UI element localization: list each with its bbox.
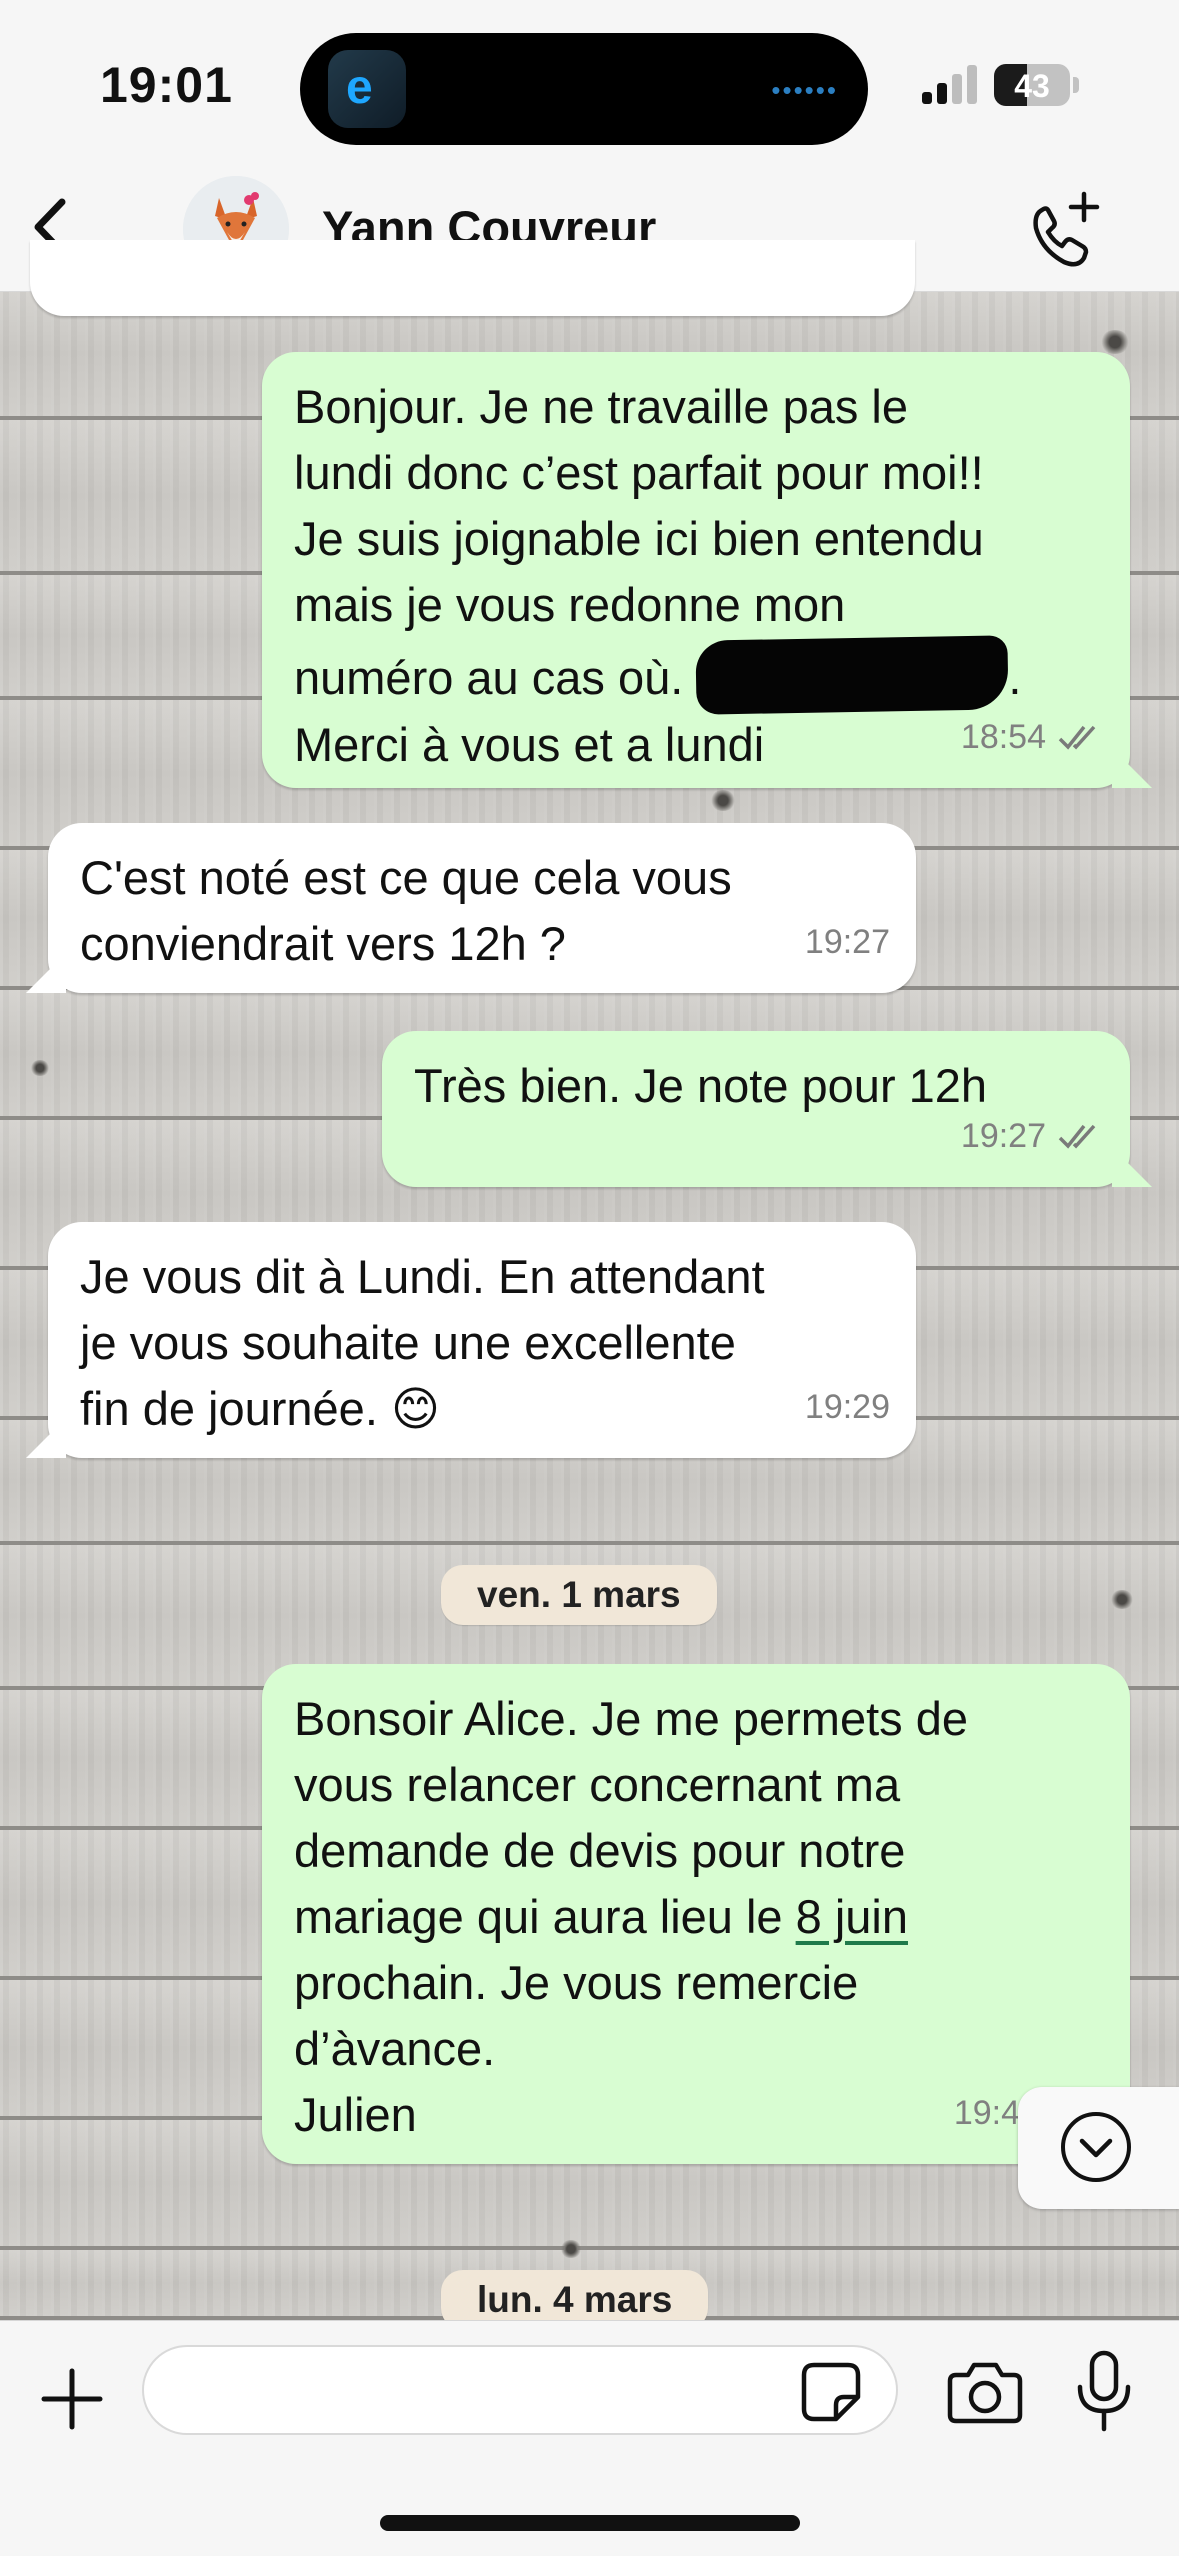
wood-knot xyxy=(1100,330,1130,354)
battery-level: 43 xyxy=(1014,68,1050,104)
camera-icon xyxy=(947,2362,1023,2424)
message-time: 19:4 xyxy=(953,2094,1020,2132)
message-bubble-incoming[interactable]: Je vous dit à Lundi. En attendant je vou… xyxy=(26,1222,916,1458)
status-bar: 19:01 e •••••• 43 xyxy=(0,0,1179,170)
message-bubble-outgoing[interactable]: Très bien. Je note pour 12h 19:27 xyxy=(382,1031,1152,1187)
wood-knot xyxy=(30,1060,50,1076)
date-link[interactable]: 8 juin xyxy=(796,1890,908,1943)
sticker-icon xyxy=(801,2362,861,2422)
message-composer xyxy=(0,2320,1179,2556)
status-time: 19:01 xyxy=(100,57,233,113)
message-bubble-incoming[interactable]: C'est noté est ce que cela vous conviend… xyxy=(26,823,916,993)
signal-bar xyxy=(952,74,962,104)
wood-knot xyxy=(560,2240,582,2258)
message-bubble-partial xyxy=(30,240,915,316)
island-app-letter: e xyxy=(346,61,373,114)
double-check-icon xyxy=(1056,721,1104,753)
battery-cap xyxy=(1073,77,1079,93)
chevron-down-circle-icon xyxy=(1061,2112,1131,2182)
message-meta: 18:54 xyxy=(961,704,1104,770)
message-text: C'est noté est ce que cela vous conviend… xyxy=(80,851,732,970)
signal-bar xyxy=(922,92,932,104)
camera-button[interactable] xyxy=(946,2357,1024,2427)
message-time: 19:27 xyxy=(960,1117,1046,1155)
signal-bar xyxy=(967,65,977,104)
add-call-button[interactable] xyxy=(1020,188,1110,278)
message-meta: 19:29 xyxy=(805,1374,890,1440)
wood-knot xyxy=(1110,1590,1134,1610)
microphone-button[interactable] xyxy=(1072,2349,1136,2435)
message-text-part: prochain. Je vous remercie d’àvance. Jul… xyxy=(294,1956,859,2141)
message-time: 19:27 xyxy=(804,923,890,961)
message-meta: 19:27 xyxy=(961,1103,1104,1169)
attach-button[interactable] xyxy=(34,2361,110,2437)
add-call-icon xyxy=(1033,191,1100,267)
scroll-to-bottom-button[interactable] xyxy=(1018,2087,1179,2209)
message-time: 18:54 xyxy=(960,718,1046,756)
date-separator: ven. 1 mars xyxy=(441,1565,717,1625)
message-meta: 19:27 xyxy=(805,909,890,975)
redacted-phone-number xyxy=(695,635,1009,715)
island-app-icon[interactable]: e xyxy=(328,50,406,128)
battery-icon: 43 xyxy=(994,64,1070,106)
signal-bar xyxy=(937,83,947,104)
dynamic-island[interactable]: e •••••• xyxy=(300,33,868,145)
cellular-signal-icon xyxy=(922,62,982,104)
sticker-button[interactable] xyxy=(800,2361,862,2423)
message-bubble-outgoing[interactable]: Bonsoir Alice. Je me permets de vous rel… xyxy=(262,1664,1152,2164)
home-indicator xyxy=(380,2515,800,2531)
message-time: 19:29 xyxy=(804,1388,890,1426)
plus-icon xyxy=(41,2368,103,2430)
message-text: Je vous dit à Lundi. En attendant je vou… xyxy=(80,1250,765,1435)
microphone-icon xyxy=(1077,2350,1131,2432)
message-input[interactable] xyxy=(142,2345,898,2435)
message-text: Bonsoir Alice. Je me permets de vous rel… xyxy=(294,1686,1100,2148)
message-meta: 19:4 xyxy=(954,2080,1020,2146)
island-activity-dots: •••••• xyxy=(771,75,838,105)
message-bubble-outgoing[interactable]: Bonjour. Je ne travaille pas le lundi do… xyxy=(262,352,1152,788)
wood-knot xyxy=(710,790,736,811)
double-check-icon xyxy=(1056,1120,1104,1152)
